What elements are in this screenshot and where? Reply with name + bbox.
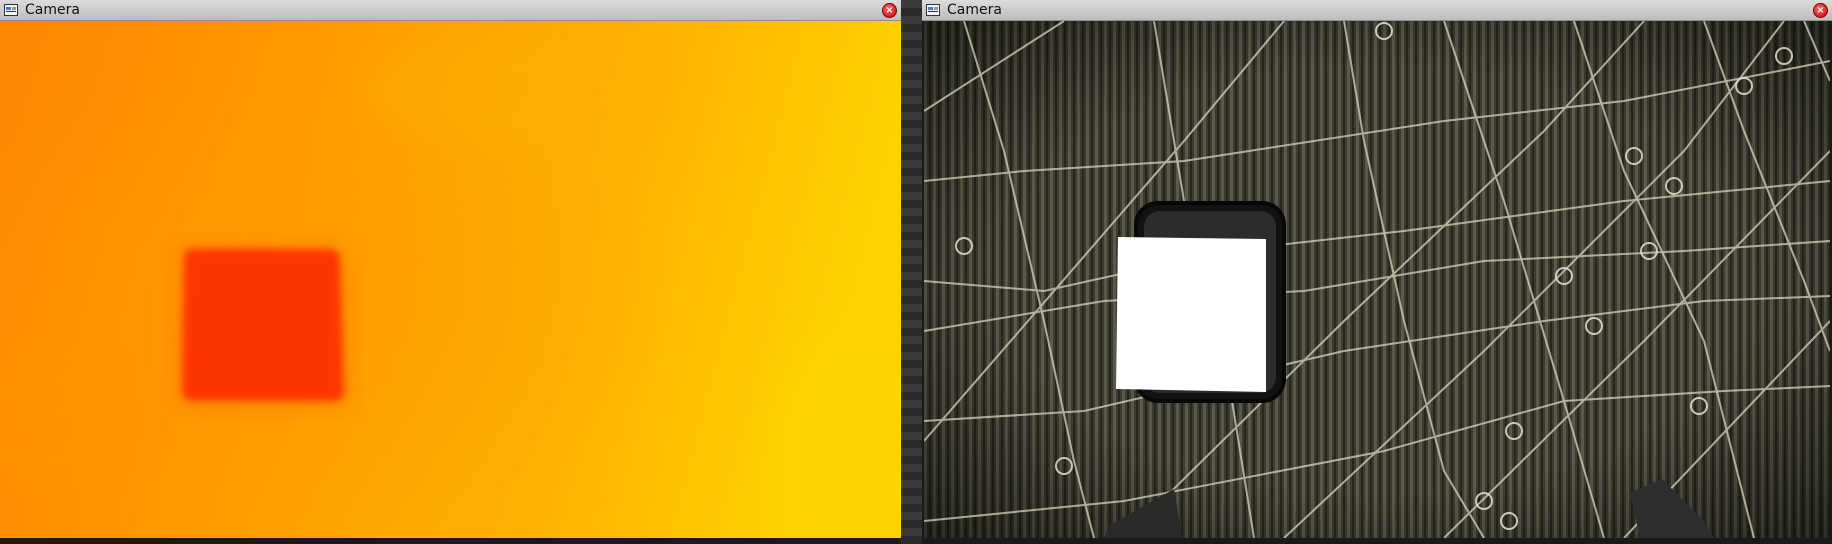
window-titlebar[interactable]: Camera × — [0, 0, 901, 21]
window-app-icon — [4, 4, 18, 16]
camera-window-rgb: Camera × — [922, 0, 1832, 544]
close-icon: × — [1816, 4, 1825, 16]
thermal-hot-spot — [182, 249, 344, 401]
window-title: Camera — [25, 2, 80, 18]
rgb-camera-feed — [924, 21, 1830, 538]
window-title: Camera — [947, 2, 1002, 18]
window-gap — [901, 0, 922, 544]
window-app-icon — [926, 4, 940, 16]
white-target-card — [1116, 237, 1266, 392]
camera-window-thermal: Camera × — [0, 0, 901, 544]
close-icon: × — [885, 4, 894, 16]
window-titlebar[interactable]: Camera × — [922, 0, 1832, 21]
close-button[interactable]: × — [882, 3, 897, 18]
thermal-heatmap-feed — [0, 21, 901, 538]
close-button[interactable]: × — [1813, 3, 1828, 18]
